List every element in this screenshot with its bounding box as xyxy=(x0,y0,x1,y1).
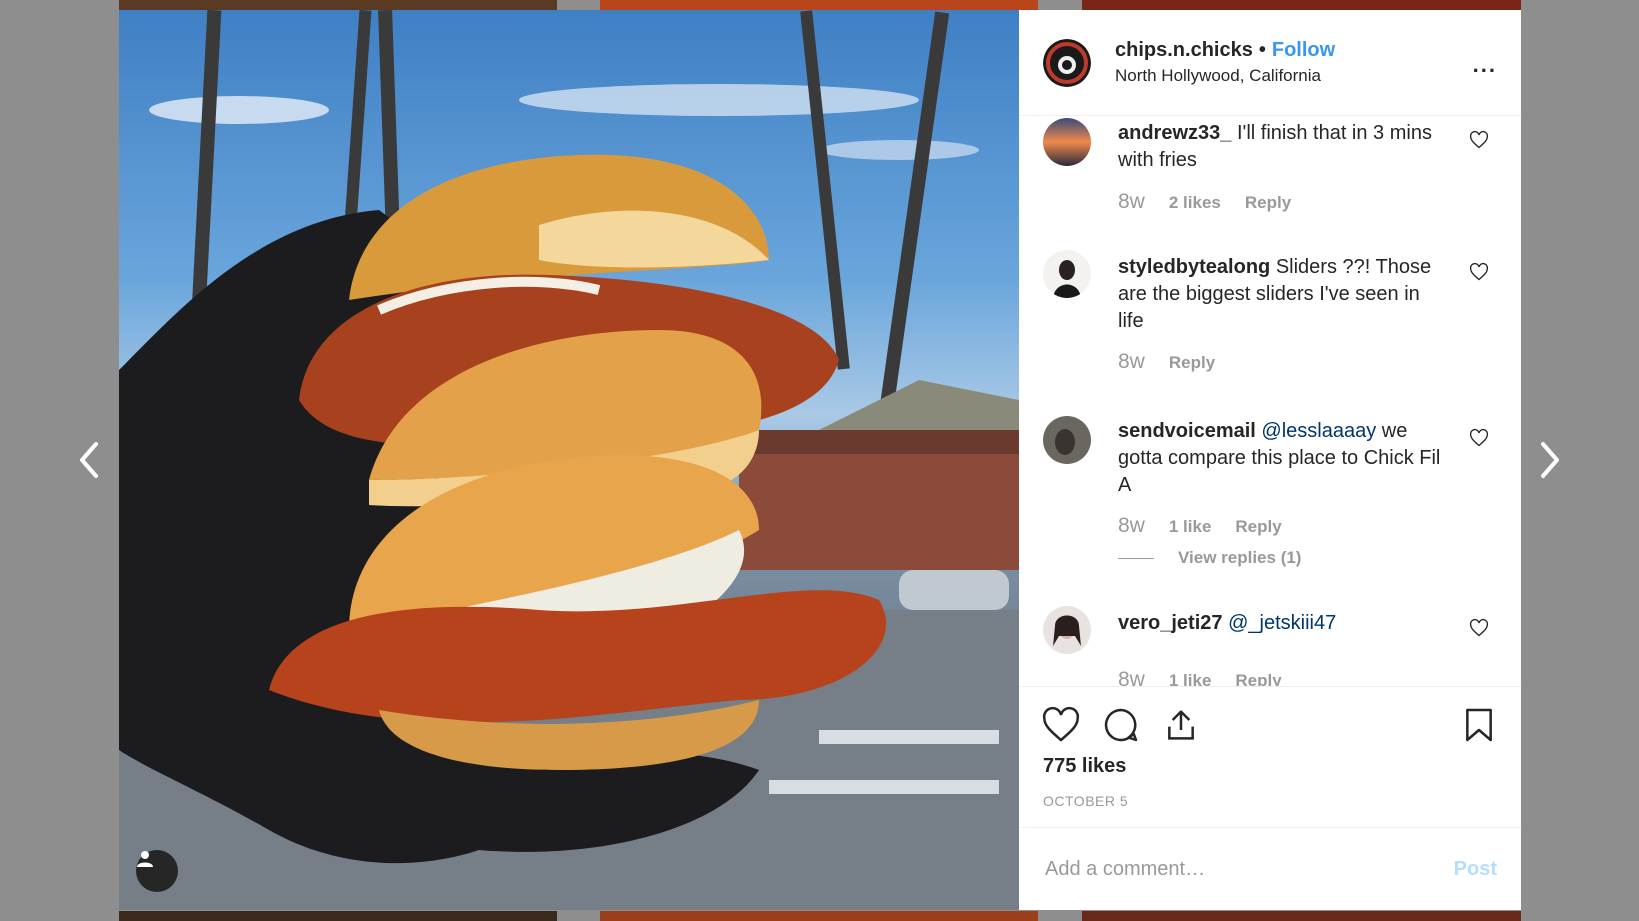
like-count[interactable]: 775 likes xyxy=(1043,755,1126,778)
comment-time[interactable]: 8w xyxy=(1118,350,1145,374)
comments-list[interactable]: andrewz33_ I'll finish that in 3 mins wi… xyxy=(1019,116,1521,686)
avatar[interactable] xyxy=(1043,606,1091,654)
post-sidebar: chips.n.chicks • Follow North Hollywood,… xyxy=(1019,10,1521,910)
chevron-right-icon xyxy=(1541,442,1559,478)
comment-username[interactable]: sendvoicemail xyxy=(1118,420,1256,442)
comment-button[interactable] xyxy=(1101,705,1141,745)
share-button[interactable] xyxy=(1161,705,1201,745)
view-replies-button[interactable]: View replies (1) xyxy=(1118,548,1301,568)
background-thumbnail xyxy=(600,0,1038,10)
follow-button[interactable]: Follow xyxy=(1272,39,1335,62)
avatar[interactable] xyxy=(1043,118,1091,166)
background-thumbnail xyxy=(119,0,557,10)
avatar[interactable] xyxy=(1043,416,1091,464)
comment-mention[interactable]: @_jetskiii47 xyxy=(1228,612,1336,634)
add-comment-bar: Post xyxy=(1019,827,1521,910)
comment-time[interactable]: 8w xyxy=(1118,668,1145,686)
view-replies-label: View replies (1) xyxy=(1178,548,1302,567)
divider-line xyxy=(1118,557,1154,559)
heart-icon xyxy=(1469,618,1489,637)
like-button[interactable] xyxy=(1041,705,1081,745)
reply-button[interactable]: Reply xyxy=(1235,517,1281,537)
comment-input[interactable] xyxy=(1043,856,1454,882)
comment-username[interactable]: styledbytealong xyxy=(1118,256,1270,278)
post-actions: 775 likes OCTOBER 5 Post xyxy=(1019,686,1521,910)
post-photo[interactable] xyxy=(119,10,1019,910)
bookmark-icon xyxy=(1466,708,1492,742)
post-location[interactable]: North Hollywood, California xyxy=(1115,66,1335,86)
background-thumbnail xyxy=(1082,0,1521,10)
next-post-button[interactable] xyxy=(1530,440,1570,480)
heart-icon xyxy=(1042,706,1080,742)
background-thumbnail xyxy=(600,911,1038,921)
more-options-button[interactable]: ... xyxy=(1473,52,1497,78)
post-modal: chips.n.chicks • Follow North Hollywood,… xyxy=(119,10,1521,910)
post-comment-button[interactable]: Post xyxy=(1454,858,1497,881)
avatar[interactable] xyxy=(1043,38,1091,87)
like-comment-button[interactable] xyxy=(1469,130,1489,150)
comment-likes[interactable]: 1 like xyxy=(1169,517,1212,537)
comment-likes[interactable]: 2 likes xyxy=(1169,193,1221,213)
previous-post-button[interactable] xyxy=(69,440,109,480)
comment-bubble-icon xyxy=(1104,708,1138,742)
heart-icon xyxy=(1469,262,1489,281)
user-icon xyxy=(137,851,153,867)
heart-icon xyxy=(1469,130,1489,149)
chevron-left-icon xyxy=(80,442,98,478)
comment-username[interactable]: vero_jeti27 xyxy=(1118,612,1223,634)
heart-icon xyxy=(1469,428,1489,447)
background-thumbnail xyxy=(1082,911,1521,921)
burger-photo-illustration xyxy=(119,10,1019,910)
comment-time[interactable]: 8w xyxy=(1118,514,1145,538)
share-icon xyxy=(1168,710,1194,740)
comment-likes[interactable]: 1 like xyxy=(1169,671,1212,686)
comment-username[interactable]: andrewz33_ xyxy=(1118,122,1231,144)
comment-mention[interactable]: @lesslaaaay xyxy=(1261,420,1376,442)
reply-button[interactable]: Reply xyxy=(1169,353,1215,373)
like-comment-button[interactable] xyxy=(1469,428,1489,448)
separator-dot: • xyxy=(1258,39,1266,61)
like-comment-button[interactable] xyxy=(1469,262,1489,282)
comment-time[interactable]: 8w xyxy=(1118,190,1145,214)
save-button[interactable] xyxy=(1459,705,1499,745)
reply-button[interactable]: Reply xyxy=(1235,671,1281,686)
background-thumbnail xyxy=(119,911,557,921)
post-header: chips.n.chicks • Follow North Hollywood,… xyxy=(1019,10,1521,116)
post-username[interactable]: chips.n.chicks xyxy=(1115,39,1253,62)
post-date[interactable]: OCTOBER 5 xyxy=(1043,793,1128,809)
like-comment-button[interactable] xyxy=(1469,618,1489,638)
reply-button[interactable]: Reply xyxy=(1245,193,1291,213)
avatar[interactable] xyxy=(1043,250,1091,298)
tagged-users-button[interactable] xyxy=(136,850,178,892)
